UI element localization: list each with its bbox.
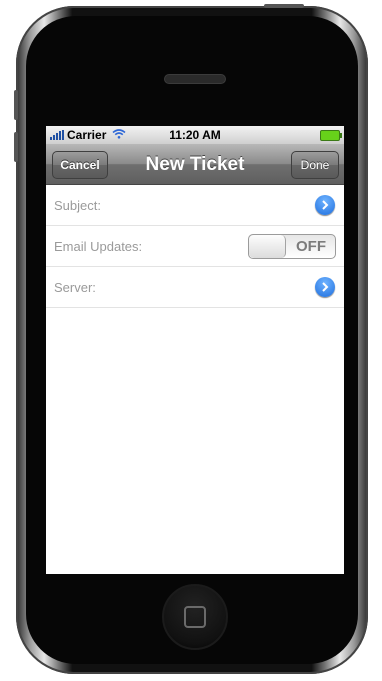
server-disclosure-icon[interactable] bbox=[315, 277, 335, 297]
subject-label: Subject: bbox=[54, 197, 101, 213]
sleep-button bbox=[264, 4, 304, 8]
home-square-icon bbox=[184, 606, 206, 628]
volume-up-button bbox=[14, 90, 18, 120]
volume-down-button bbox=[14, 132, 18, 162]
navigation-bar: Cancel New Ticket Done bbox=[46, 144, 344, 185]
battery-icon bbox=[320, 130, 342, 141]
switch-knob[interactable] bbox=[249, 235, 286, 258]
status-bar: Carrier 11:20 AM bbox=[46, 126, 344, 144]
home-button[interactable] bbox=[162, 584, 228, 650]
email-updates-label: Email Updates: bbox=[54, 238, 143, 254]
app-screen: Carrier 11:20 AM Cancel New Ticket Done … bbox=[46, 126, 344, 574]
status-time: 11:20 AM bbox=[169, 128, 221, 142]
earpiece-speaker bbox=[164, 74, 226, 84]
email-updates-row: Email Updates: OFF bbox=[46, 226, 344, 267]
done-button[interactable]: Done bbox=[291, 151, 339, 179]
server-row[interactable]: Server: bbox=[46, 267, 344, 308]
switch-state-label: OFF bbox=[296, 238, 326, 255]
email-updates-switch[interactable]: OFF bbox=[248, 234, 336, 259]
subject-row[interactable]: Subject: bbox=[46, 185, 344, 226]
server-label: Server: bbox=[54, 279, 96, 295]
subject-disclosure-icon[interactable] bbox=[315, 195, 335, 215]
